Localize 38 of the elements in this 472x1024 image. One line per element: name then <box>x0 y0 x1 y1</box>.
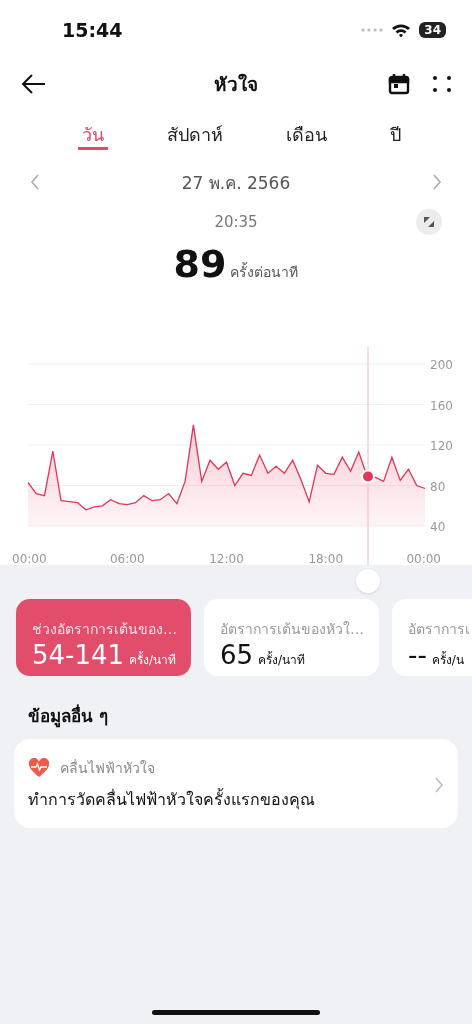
summary-card[interactable]: ช่วงอัตราการเต้นของ… 54-141 ครั้ง/นาที <box>16 599 191 676</box>
date-label: 27 พ.ค. 2566 <box>181 171 291 195</box>
summary-card[interactable]: อัตราการเ -- ครั้ง/น <box>392 599 472 676</box>
x-axis-label: 18:00 <box>308 552 344 565</box>
summary-card[interactable]: อัตราการเต้นของหัวใ… 65 ครั้ง/นาที <box>204 599 379 676</box>
item-description: ทำการวัดคลื่นไฟฟ้าหัวใจครั้งแรกของคุณ <box>28 787 316 812</box>
battery-level: 34 <box>419 22 446 38</box>
back-arrow-icon[interactable] <box>20 73 46 95</box>
y-axis-label: 40 <box>430 520 446 534</box>
x-axis-label: 12:00 <box>209 552 244 565</box>
y-axis-label: 80 <box>430 479 446 494</box>
calendar-icon[interactable] <box>388 73 410 95</box>
more-options-icon[interactable] <box>432 74 452 94</box>
page-title: หัวใจ <box>214 72 258 97</box>
period-tab[interactable]: เดือน <box>281 114 331 150</box>
expand-icon <box>423 216 435 228</box>
selected-time: 20:35 <box>214 213 258 231</box>
period-tab[interactable]: วัน <box>77 114 108 150</box>
period-tab[interactable]: สัปดาห์ <box>162 114 227 150</box>
y-axis-label: 120 <box>430 439 453 453</box>
heart-rate-unit: ครั้งต่อนาที <box>230 261 299 282</box>
status-time: 15:44 <box>62 19 123 41</box>
chevron-right-icon <box>434 776 444 793</box>
ecg-card[interactable]: คลื่นไฟฟ้าหัวใจ ทำการวัดคลื่นไฟฟ้าหัวใจครั้งแรกของคุณ <box>14 739 458 828</box>
section-title: ข้อมูลอื่น ๆ <box>27 703 109 730</box>
wifi-icon <box>391 22 412 38</box>
heart-pulse-icon <box>28 758 50 778</box>
signal-icon <box>361 28 384 32</box>
expand-button[interactable] <box>416 209 442 235</box>
x-axis-label: 00:00 <box>12 552 47 565</box>
y-axis-label: 160 <box>430 398 453 413</box>
x-axis-label: 06:00 <box>109 552 145 565</box>
heart-rate-value: 89 <box>173 242 227 286</box>
slider-handle[interactable] <box>356 569 381 593</box>
y-axis-label: 200 <box>430 358 453 372</box>
x-axis-label: 00:00 <box>406 552 441 565</box>
period-tab[interactable]: ปี <box>385 114 405 150</box>
item-title: คลื่นไฟฟ้าหัวใจ <box>60 758 155 778</box>
